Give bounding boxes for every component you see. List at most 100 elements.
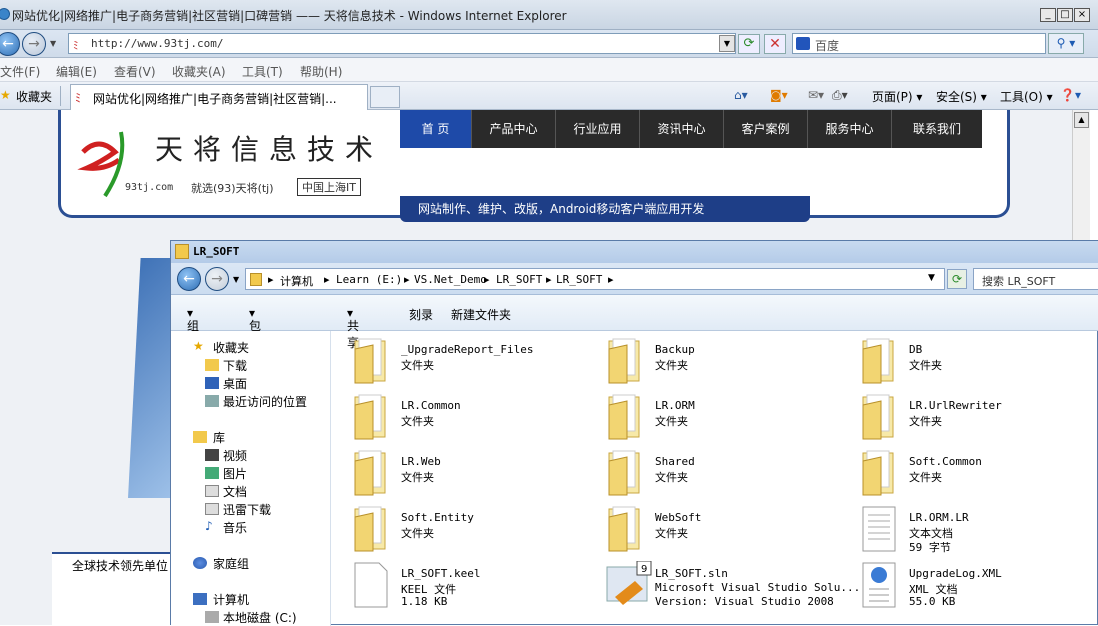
menu-edit[interactable]: 编辑(E) [56,63,97,80]
organize-button[interactable]: 组织 ▾ [187,306,199,350]
share-button[interactable]: 共享 ▾ [347,306,359,350]
forward-button[interactable]: → [22,32,46,56]
explorer-forward-button[interactable]: → [205,267,229,291]
file-item[interactable]: LR.Web 文件夹 [351,449,601,501]
file-detail: 文件夹 [655,471,688,484]
site-favicon-icon: ﾐ [73,39,79,52]
nav-desktop[interactable]: 桌面 [223,375,247,392]
breadcrumb-sep[interactable]: ▸ [404,273,410,286]
menu-file[interactable]: 文件(F) [0,63,40,80]
page-menu[interactable]: 页面(P) ▾ [872,88,922,105]
nav-video[interactable]: 视频 [223,447,247,464]
address-dropdown-icon[interactable]: ▼ [719,35,735,52]
file-item[interactable]: 9 LR_SOFT.sln Microsoft Visual Studio Solu… [605,560,860,613]
maximize-button[interactable]: □ [1057,8,1073,22]
tab-active[interactable]: ﾐ 网站优化|网络推广|电子商务营销|社区营销|... [70,84,368,110]
file-item[interactable]: LR_SOFT.keel KEEL 文件 1.18 KB [351,561,601,613]
back-button[interactable]: ← [0,32,20,56]
site-domain: 93tj.com [125,182,174,193]
search-go-icon[interactable]: ⚲ ▾ [1048,33,1084,54]
explorer-search-field[interactable]: 搜索 LR_SOFT [973,268,1098,290]
file-detail: 文件夹 [655,359,688,372]
file-item[interactable]: DB 文件夹 [859,337,1098,389]
nav-drive-c[interactable]: 本地磁盘 (C:) [223,609,297,626]
scroll-up-icon[interactable]: ▲ [1074,112,1089,128]
favorites-button[interactable]: 收藏夹 [16,88,52,105]
breadcrumb-vsnet[interactable]: VS.Net_Demo [414,273,487,286]
history-dropdown-icon[interactable]: ▼ [50,39,56,48]
refresh-icon[interactable]: ⟳ [738,34,760,54]
file-detail: 1.18 KB [401,595,448,608]
file-name: Soft.Common [909,455,982,468]
breadcrumb-dropdown-icon[interactable]: ▼ [928,273,935,283]
feeds-icon[interactable]: ◙▾ [770,88,788,102]
breadcrumb-sep[interactable]: ▸ [546,273,552,286]
nav-news[interactable]: 资讯中心 [640,110,724,148]
safety-menu[interactable]: 安全(S) ▾ [936,88,987,105]
explorer-back-button[interactable]: ← [177,267,201,291]
file-detail: Microsoft Visual Studio Solu... [655,581,861,594]
minimize-button[interactable]: _ [1040,8,1056,22]
breadcrumb-lrsoft-1[interactable]: LR_SOFT [496,273,542,286]
help-icon[interactable]: ❓▾ [1060,88,1081,102]
safety-menu-label: 安全(S) [936,90,977,104]
nav-home[interactable]: 首 页 [400,110,472,148]
nav-computer[interactable]: 计算机 [213,591,249,608]
burn-button[interactable]: 刻录 [409,306,433,323]
nav-service[interactable]: 服务中心 [808,110,892,148]
nav-documents[interactable]: 文档 [223,483,247,500]
file-item[interactable]: WebSoft 文件夹 [605,505,855,557]
tools-menu[interactable]: 工具(O) ▾ [1000,88,1053,105]
file-name: LR.ORM.LR [909,511,969,524]
breadcrumb-sep[interactable]: ▸ [484,273,490,286]
new-tab-button[interactable] [370,86,400,108]
nav-cases[interactable]: 客户案例 [724,110,808,148]
breadcrumb[interactable]: ▸ 计算机 ▸ Learn (E:) ▸ VS.Net_Demo ▸ LR_SO… [245,268,945,290]
explorer-refresh-icon[interactable]: ⟳ [947,269,967,289]
file-item[interactable]: Soft.Entity 文件夹 [351,505,601,557]
file-item[interactable]: _UpgradeReport_Files 文件夹 [351,337,601,389]
menu-view[interactable]: 查看(V) [114,63,156,80]
nav-favorites[interactable]: 收藏夹 [213,339,249,356]
address-field[interactable]: ﾐ http://www.93tj.com/ ▼ [68,33,736,54]
nav-downloads[interactable]: 下载 [223,357,247,374]
file-item[interactable]: Shared 文件夹 [605,449,855,501]
file-item[interactable]: Soft.Common 文件夹 [859,449,1098,501]
nav-homegroup[interactable]: 家庭组 [213,555,249,572]
file-item[interactable]: LR.ORM 文件夹 [605,393,855,445]
nav-industry[interactable]: 行业应用 [556,110,640,148]
nav-music[interactable]: 音乐 [223,519,247,536]
file-item[interactable]: UpgradeLog.XML XML 文档 55.0 KB [859,561,1098,613]
stop-icon[interactable]: ✕ [764,34,786,54]
file-item[interactable]: LR.Common 文件夹 [351,393,601,445]
print-icon[interactable]: ⎙▾ [832,88,848,103]
include-in-library-button[interactable]: 包含到库中 ▾ [249,306,261,401]
nav-recent[interactable]: 最近访问的位置 [223,393,307,410]
file-item[interactable]: LR.UrlRewriter 文件夹 [859,393,1098,445]
new-folder-button[interactable]: 新建文件夹 [451,306,511,323]
home-icon[interactable]: ⌂▾ [734,88,748,102]
nav-contact[interactable]: 联系我们 [892,110,982,148]
breadcrumb-sep[interactable]: ▸ [268,273,274,286]
site-logo-text: 天将信息技术 [155,133,384,166]
breadcrumb-sep[interactable]: ▸ [608,273,614,286]
menu-help[interactable]: 帮助(H) [300,63,342,80]
drive-icon [205,611,219,623]
breadcrumb-lrsoft-2[interactable]: LR_SOFT [556,273,602,286]
file-item[interactable]: LR.ORM.LR 文本文档 59 字节 [859,505,1098,557]
breadcrumb-computer[interactable]: 计算机 [280,273,313,289]
menu-favorites[interactable]: 收藏夹(A) [172,63,226,80]
search-field[interactable]: 百度 [792,33,1046,54]
file-item[interactable]: Backup 文件夹 [605,337,855,389]
close-button[interactable]: × [1074,8,1090,22]
breadcrumb-sep[interactable]: ▸ [324,273,330,286]
thunder-download-icon [205,503,219,515]
menu-tools[interactable]: 工具(T) [242,63,283,80]
nav-libraries[interactable]: 库 [213,429,225,446]
nav-products[interactable]: 产品中心 [472,110,556,148]
mail-icon[interactable]: ✉▾ [808,88,824,102]
nav-thunder[interactable]: 迅雷下载 [223,501,271,518]
recent-pages-icon[interactable]: ▼ [233,275,239,284]
breadcrumb-learn[interactable]: Learn (E:) [336,273,402,286]
nav-pictures[interactable]: 图片 [223,465,247,482]
